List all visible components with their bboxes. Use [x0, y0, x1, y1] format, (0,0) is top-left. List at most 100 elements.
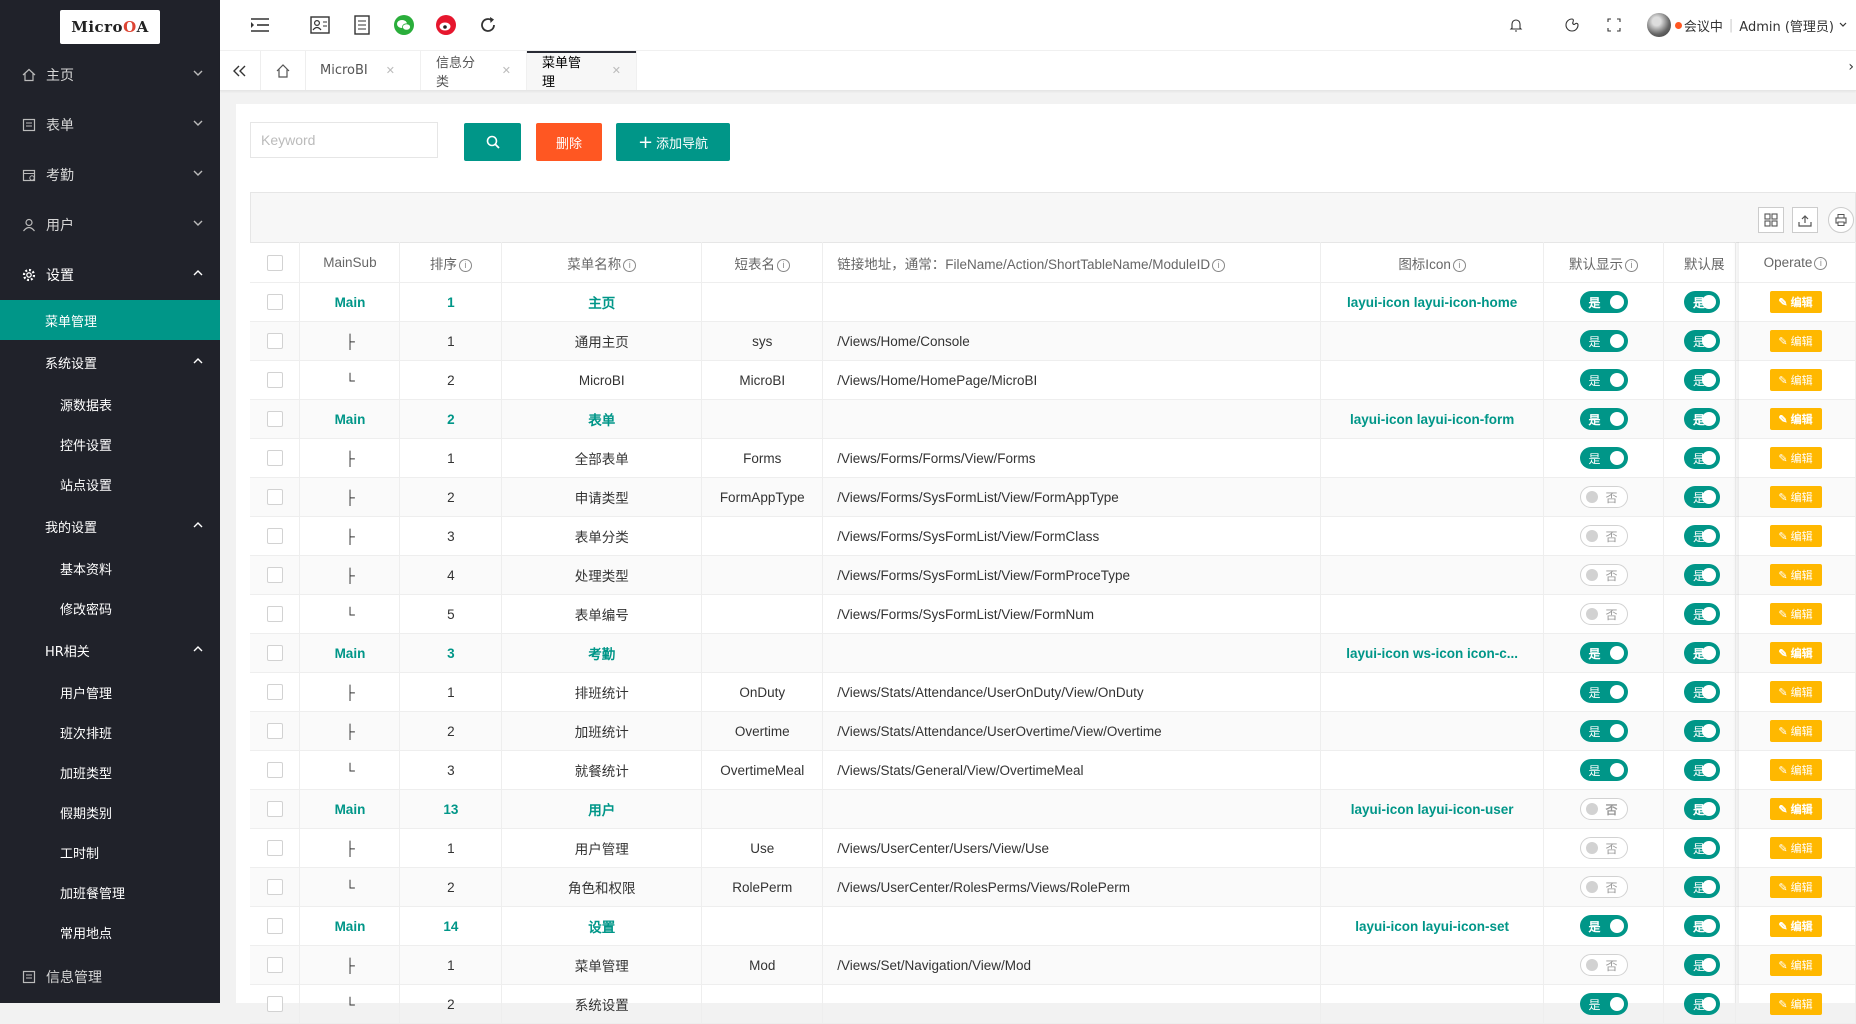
- add-nav-button[interactable]: + 添加导航: [616, 123, 730, 161]
- sidebar-subitem[interactable]: 工时制: [0, 832, 220, 872]
- show-toggle[interactable]: 是: [1579, 642, 1628, 664]
- row-checkbox[interactable]: [250, 594, 301, 634]
- refresh-icon[interactable]: [476, 13, 500, 37]
- weibo-icon[interactable]: [434, 13, 458, 37]
- expand-toggle[interactable]: 是: [1684, 993, 1721, 1015]
- show-toggle[interactable]: 否: [1579, 564, 1628, 586]
- row-checkbox[interactable]: [250, 828, 301, 868]
- sidebar-item-form[interactable]: 表单: [0, 100, 220, 150]
- document-icon[interactable]: [350, 13, 374, 37]
- edit-button[interactable]: ✎ 编辑: [1769, 447, 1822, 469]
- edit-button[interactable]: ✎ 编辑: [1769, 369, 1822, 391]
- row-checkbox[interactable]: [250, 672, 301, 712]
- expand-toggle[interactable]: 是: [1684, 915, 1721, 937]
- sidebar-subitem[interactable]: 假期类别: [0, 792, 220, 832]
- header-operate[interactable]: Operate i: [1735, 242, 1856, 283]
- show-toggle[interactable]: 是: [1579, 408, 1628, 430]
- sidebar-group-hr[interactable]: HR相关: [0, 628, 220, 672]
- sidebar-item-menu-management[interactable]: 菜单管理: [0, 300, 220, 340]
- tab-menu-management[interactable]: 菜单管理 ✕: [527, 51, 637, 90]
- header-show[interactable]: 默认显示 i: [1543, 242, 1665, 283]
- show-toggle[interactable]: 否: [1579, 525, 1628, 547]
- show-toggle[interactable]: 是: [1579, 759, 1628, 781]
- expand-toggle[interactable]: 是: [1684, 642, 1721, 664]
- sidebar-subitem[interactable]: 基本资料: [0, 548, 220, 588]
- row-checkbox[interactable]: [250, 984, 301, 1024]
- row-checkbox[interactable]: [250, 789, 301, 829]
- expand-toggle[interactable]: 是: [1684, 759, 1721, 781]
- search-button[interactable]: [464, 123, 521, 161]
- row-checkbox[interactable]: [250, 945, 301, 985]
- row-checkbox[interactable]: [250, 711, 301, 751]
- header-mainsub[interactable]: MainSub: [299, 242, 401, 283]
- sidebar-subitem[interactable]: 班次排班: [0, 712, 220, 752]
- expand-toggle[interactable]: 是: [1684, 876, 1721, 898]
- expand-toggle[interactable]: 是: [1684, 837, 1721, 859]
- edit-button[interactable]: ✎ 编辑: [1769, 525, 1822, 547]
- edit-button[interactable]: ✎ 编辑: [1769, 681, 1822, 703]
- edit-button[interactable]: ✎ 编辑: [1769, 564, 1822, 586]
- row-checkbox[interactable]: [250, 438, 301, 478]
- show-toggle[interactable]: 否: [1579, 954, 1628, 976]
- sidebar-subitem[interactable]: 常用地点: [0, 912, 220, 952]
- show-toggle[interactable]: 否: [1579, 876, 1628, 898]
- edit-button[interactable]: ✎ 编辑: [1769, 720, 1822, 742]
- row-checkbox[interactable]: [250, 555, 301, 595]
- bell-icon[interactable]: [1504, 13, 1528, 37]
- expand-toggle[interactable]: 是: [1684, 486, 1721, 508]
- show-toggle[interactable]: 是: [1579, 720, 1628, 742]
- menu-toggle-icon[interactable]: [248, 13, 272, 37]
- show-toggle[interactable]: 是: [1579, 330, 1628, 352]
- sidebar-subitem[interactable]: 用户管理: [0, 672, 220, 712]
- sidebar-item-calendar[interactable]: 考勤: [0, 150, 220, 200]
- select-all-checkbox[interactable]: [250, 242, 301, 283]
- edit-button[interactable]: ✎ 编辑: [1769, 291, 1822, 313]
- edit-button[interactable]: ✎ 编辑: [1769, 954, 1822, 976]
- row-checkbox[interactable]: [250, 633, 301, 673]
- tab-microbi[interactable]: MicroBI ✕: [305, 51, 421, 90]
- search-input[interactable]: [250, 122, 438, 158]
- row-checkbox[interactable]: [250, 906, 301, 946]
- edit-button[interactable]: ✎ 编辑: [1769, 486, 1822, 508]
- sidebar-subitem[interactable]: 加班类型: [0, 752, 220, 792]
- sidebar-item-home[interactable]: 主页: [0, 50, 220, 100]
- row-checkbox[interactable]: [250, 750, 301, 790]
- header-link[interactable]: 链接地址，通常：FileName/Action/ShortTableName/M…: [822, 242, 1322, 283]
- show-toggle[interactable]: 否: [1579, 798, 1628, 820]
- sidebar-group-system[interactable]: 系统设置: [0, 340, 220, 384]
- sidebar-item-user[interactable]: 用户: [0, 200, 220, 250]
- sidebar-item-info[interactable]: 信息管理: [0, 952, 220, 1002]
- edit-button[interactable]: ✎ 编辑: [1769, 876, 1822, 898]
- close-icon[interactable]: ✕: [612, 64, 621, 77]
- show-toggle[interactable]: 否: [1579, 603, 1628, 625]
- expand-toggle[interactable]: 是: [1684, 798, 1721, 820]
- header-short[interactable]: 短表名 i: [701, 242, 824, 283]
- edit-button[interactable]: ✎ 编辑: [1769, 915, 1822, 937]
- expand-toggle[interactable]: 是: [1684, 408, 1721, 430]
- header-name[interactable]: 菜单名称 i: [501, 242, 703, 283]
- print-icon[interactable]: [1828, 207, 1854, 233]
- edit-button[interactable]: ✎ 编辑: [1769, 798, 1822, 820]
- show-toggle[interactable]: 是: [1579, 915, 1628, 937]
- row-checkbox[interactable]: [250, 321, 301, 361]
- expand-toggle[interactable]: 是: [1684, 525, 1721, 547]
- expand-toggle[interactable]: 是: [1684, 291, 1721, 313]
- edit-button[interactable]: ✎ 编辑: [1769, 408, 1822, 430]
- expand-toggle[interactable]: 是: [1684, 564, 1721, 586]
- row-checkbox[interactable]: [250, 867, 301, 907]
- row-checkbox[interactable]: [250, 477, 301, 517]
- theme-icon[interactable]: [1560, 13, 1584, 37]
- header-icon[interactable]: 图标Icon i: [1320, 242, 1545, 283]
- sidebar-item-gear[interactable]: 设置: [0, 250, 220, 300]
- edit-button[interactable]: ✎ 编辑: [1769, 642, 1822, 664]
- edit-button[interactable]: ✎ 编辑: [1769, 759, 1822, 781]
- home-tab-icon[interactable]: [261, 51, 306, 90]
- row-checkbox[interactable]: [250, 282, 301, 322]
- tabs-prev-icon[interactable]: [220, 51, 261, 90]
- expand-toggle[interactable]: 是: [1684, 447, 1721, 469]
- edit-button[interactable]: ✎ 编辑: [1769, 837, 1822, 859]
- sidebar-subitem[interactable]: 加班餐管理: [0, 872, 220, 912]
- sidebar-subitem[interactable]: 修改密码: [0, 588, 220, 628]
- expand-toggle[interactable]: 是: [1684, 369, 1721, 391]
- sidebar-subitem[interactable]: 源数据表: [0, 384, 220, 424]
